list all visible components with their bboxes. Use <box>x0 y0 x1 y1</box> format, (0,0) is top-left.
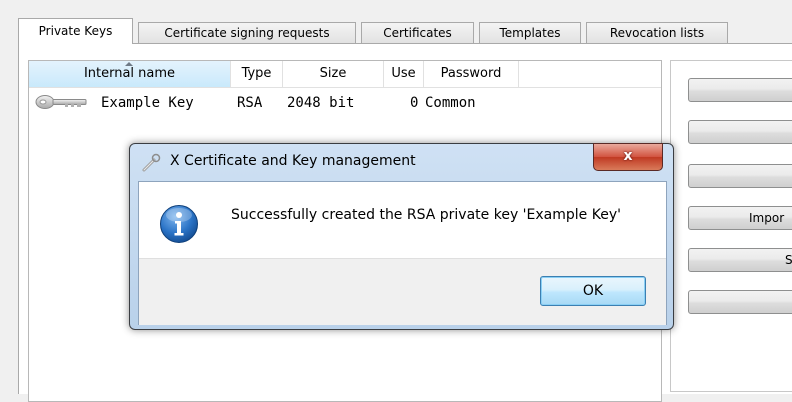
column-label: Type <box>241 66 272 81</box>
dialog-message: Successfully created the RSA private key… <box>231 207 621 223</box>
column-label: Size <box>319 66 347 81</box>
tab-label: Revocation lists <box>609 26 705 40</box>
tab-bar: Private Keys Certificate signing request… <box>18 18 792 44</box>
column-header-use[interactable]: Use <box>384 61 424 87</box>
key-icon <box>35 95 87 109</box>
column-label: Password <box>440 66 502 81</box>
ok-button[interactable]: OK <box>540 276 646 306</box>
tab-certificate-signing-requests[interactable]: Certificate signing requests <box>138 22 356 43</box>
close-button[interactable]: x <box>593 143 663 171</box>
dialog-button-area: OK <box>139 258 666 325</box>
tab-label: Certificates <box>383 26 452 40</box>
column-label: Internal name <box>83 66 176 81</box>
key-password: Common <box>425 95 476 111</box>
message-area: Successfully created the RSA private key… <box>139 182 666 258</box>
tab-private-keys[interactable]: Private Keys <box>18 18 133 44</box>
key-type: RSA <box>237 95 263 111</box>
info-icon <box>160 205 198 243</box>
key-size: 2048 bit <box>287 95 355 111</box>
side-button-5[interactable]: S <box>688 248 792 272</box>
column-label: Use <box>391 66 416 81</box>
column-header-size[interactable]: Size <box>283 61 384 87</box>
tab-templates[interactable]: Templates <box>479 22 581 43</box>
tab-revocation-lists[interactable]: Revocation lists <box>586 22 728 43</box>
tab-label: Certificate signing requests <box>164 26 330 40</box>
list-header: Internal name Type Size Use Password <box>29 61 661 88</box>
table-row[interactable]: Example Key RSA 2048 bit 0 Common <box>29 91 661 113</box>
sort-ascending-icon <box>125 62 133 66</box>
side-button-6[interactable] <box>688 290 792 314</box>
dialog-title: X Certificate and Key management <box>170 153 416 169</box>
dialog-content: Successfully created the RSA private key… <box>138 181 667 325</box>
key-use: 0 <box>410 95 419 111</box>
tab-certificates[interactable]: Certificates <box>361 22 474 43</box>
side-button-1[interactable] <box>688 78 792 102</box>
tab-label: Templates <box>499 26 561 40</box>
tab-label: Private Keys <box>38 24 113 38</box>
message-dialog: X Certificate and Key management x Succe… <box>129 143 674 330</box>
column-header-internal-name[interactable]: Internal name <box>29 61 231 87</box>
column-header-password[interactable]: Password <box>424 61 519 87</box>
import-button[interactable]: Impor <box>688 206 792 230</box>
side-button-3[interactable] <box>688 164 792 188</box>
column-header-type[interactable]: Type <box>231 61 283 87</box>
close-icon: x <box>623 148 633 164</box>
side-button-2[interactable] <box>688 120 792 144</box>
key-name: Example Key <box>101 95 194 111</box>
certificate-tool-icon <box>142 153 161 172</box>
